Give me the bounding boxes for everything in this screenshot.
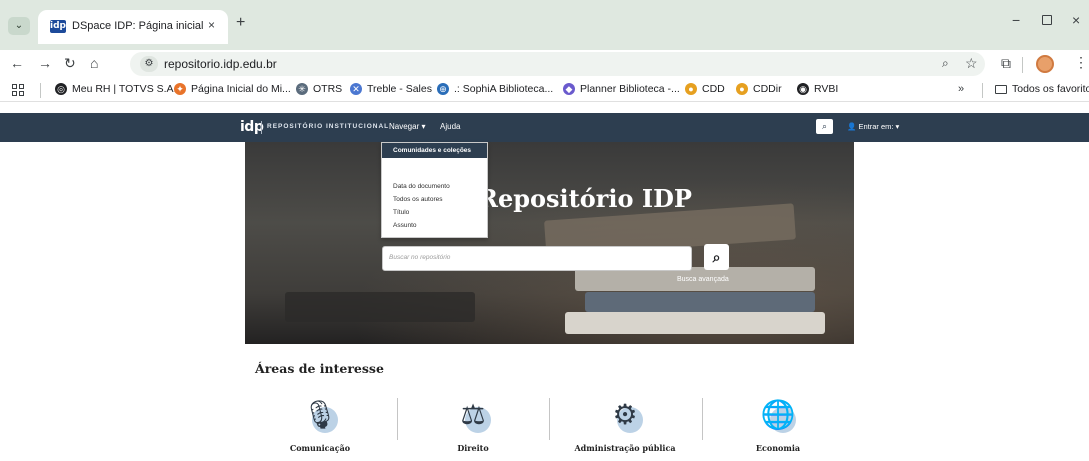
idp-logo[interactable]: idp <box>240 119 264 135</box>
bookmarks-bar: ◎ Meu RH | TOTVS S.A. ✦ Página Inicial do … <box>0 79 1089 102</box>
book-decoration <box>285 292 475 322</box>
planner-icon: ◆ <box>563 83 575 95</box>
cddir-icon: ● <box>736 83 748 95</box>
browser-toolbar: ← → ↻ ⌂ ⚙ repositorio.idp.edu.br ⌕ ☆ <box>0 50 1089 79</box>
tab-active[interactable]: idp DSpace IDP: Página inicial × <box>38 10 228 44</box>
browser-menu-icon[interactable]: ⋮ <box>1074 54 1088 71</box>
zoom-icon[interactable]: ⌕ <box>942 56 949 71</box>
cdd-icon: ● <box>685 83 697 95</box>
repository-search-input[interactable]: Buscar no repositório <box>382 246 692 271</box>
hero-banner: Repositório IDP Buscar no repositório ⌕ … <box>245 142 854 344</box>
area-label: Economia <box>755 443 801 453</box>
microphone-icon: 🎙 <box>298 393 342 437</box>
search-icon[interactable]: ⌕ <box>704 244 729 270</box>
tab-close-icon[interactable]: × <box>208 18 215 32</box>
repository-name[interactable]: REPOSITÓRIO INSTITUCIONAL <box>267 123 389 130</box>
minimize-window-button[interactable]: − <box>1012 12 1020 28</box>
area-label: Direito <box>457 443 489 453</box>
url-text[interactable]: repositorio.idp.edu.br <box>164 57 277 71</box>
gavel-icon: ⚖ <box>451 393 495 437</box>
totvs-icon: ◎ <box>55 83 67 95</box>
dropdown-item-authors[interactable]: Todos os autores <box>393 196 443 203</box>
user-icon: 👤 <box>847 122 857 131</box>
browser-tabstrip: ⌄ idp DSpace IDP: Página inicial × + − × <box>0 0 1089 50</box>
bookmark-star-icon[interactable]: ☆ <box>965 55 978 72</box>
bookmark-item[interactable]: ✳ OTRS <box>296 83 342 95</box>
book-decoration <box>585 292 815 312</box>
bookmark-item[interactable]: ● CDDir <box>736 83 782 95</box>
treble-icon: ✕ <box>350 83 362 95</box>
sophia-icon: ⊕ <box>437 83 449 95</box>
rvbi-icon: ◉ <box>797 83 809 95</box>
dropdown-item-date[interactable]: Data do documento <box>393 183 450 190</box>
browse-dropdown: Comunidades e coleções Data do documento… <box>381 142 488 238</box>
bookmark-item[interactable]: ◉ RVBI <box>797 83 838 95</box>
help-link[interactable]: Ajuda <box>440 122 460 131</box>
bookmarks-divider <box>40 83 41 98</box>
bookmark-item[interactable]: ● CDD <box>685 83 725 95</box>
dropdown-item-title[interactable]: Título <box>393 209 409 216</box>
bookmark-item[interactable]: ⊕.: SophiA Biblioteca... <box>437 83 553 95</box>
tab-title: DSpace IDP: Página inicial <box>72 20 204 32</box>
team-gears-icon: ⚙ <box>603 393 647 437</box>
apps-grid-icon[interactable] <box>12 84 24 96</box>
bookmark-item[interactable]: ✕ Treble - Sales <box>350 83 432 95</box>
globe-chart-icon: 🌐 <box>756 393 800 437</box>
toolbar-divider <box>1022 57 1023 73</box>
dropdown-item-subject[interactable]: Assunto <box>393 222 417 229</box>
page-title: Repositório IDP <box>478 184 692 213</box>
new-tab-button[interactable]: + <box>236 14 245 32</box>
login-menu[interactable]: 👤 Entrar em: ▾ <box>847 122 899 131</box>
bookmark-item[interactable]: ◆ Planner Biblioteca -... <box>563 83 680 95</box>
otrs-icon: ✳ <box>296 83 308 95</box>
all-bookmarks-folder[interactable]: Todos os favoritos <box>995 83 1089 95</box>
folder-icon <box>995 84 1007 94</box>
areas-heading: Áreas de interesse <box>255 361 384 376</box>
site-info-icon[interactable]: ⚙ <box>140 56 158 72</box>
back-icon[interactable]: ← <box>10 55 24 71</box>
area-label: Administração pública <box>574 443 676 453</box>
profile-avatar[interactable] <box>1036 55 1054 73</box>
maximize-window-button[interactable] <box>1042 15 1052 25</box>
tab-search-button[interactable]: ⌄ <box>8 17 30 35</box>
close-window-button[interactable]: × <box>1072 12 1080 28</box>
area-card-communication[interactable]: 🎙 Comunicação <box>245 393 395 453</box>
reload-icon[interactable]: ↻ <box>64 55 76 72</box>
idp-favicon-icon: idp <box>50 20 66 33</box>
book-decoration <box>565 312 825 334</box>
pinwheel-icon: ✦ <box>174 83 186 95</box>
bookmark-item[interactable]: ◎ Meu RH | TOTVS S.A. <box>55 83 176 95</box>
advanced-search-link[interactable]: Busca avançada <box>677 276 729 283</box>
extensions-icon[interactable]: ⧉ <box>1001 55 1011 72</box>
area-label: Comunicação <box>289 443 351 453</box>
area-card-public-administration[interactable]: ⚙ Administração pública <box>550 393 700 453</box>
bookmark-item[interactable]: ✦ Página Inicial do Mi... <box>174 83 291 95</box>
bookmarks-divider <box>982 83 983 98</box>
area-card-law[interactable]: ⚖ Direito <box>398 393 548 453</box>
brand-divider <box>261 121 262 134</box>
forward-icon[interactable]: → <box>38 55 52 71</box>
browse-menu[interactable]: Navegar ▾ <box>389 122 425 131</box>
area-card-economy[interactable]: 🌐 Economia <box>703 393 853 453</box>
bookmarks-overflow-icon[interactable]: » <box>958 83 964 95</box>
navbar-search-icon[interactable]: ⌕ <box>816 119 833 134</box>
address-bar[interactable]: ⚙ repositorio.idp.edu.br ⌕ ☆ <box>130 52 985 76</box>
dropdown-item-communities[interactable]: Comunidades e coleções <box>382 143 487 158</box>
site-navbar: idp REPOSITÓRIO INSTITUCIONAL Navegar ▾ … <box>0 113 1089 142</box>
home-icon[interactable]: ⌂ <box>90 55 98 71</box>
